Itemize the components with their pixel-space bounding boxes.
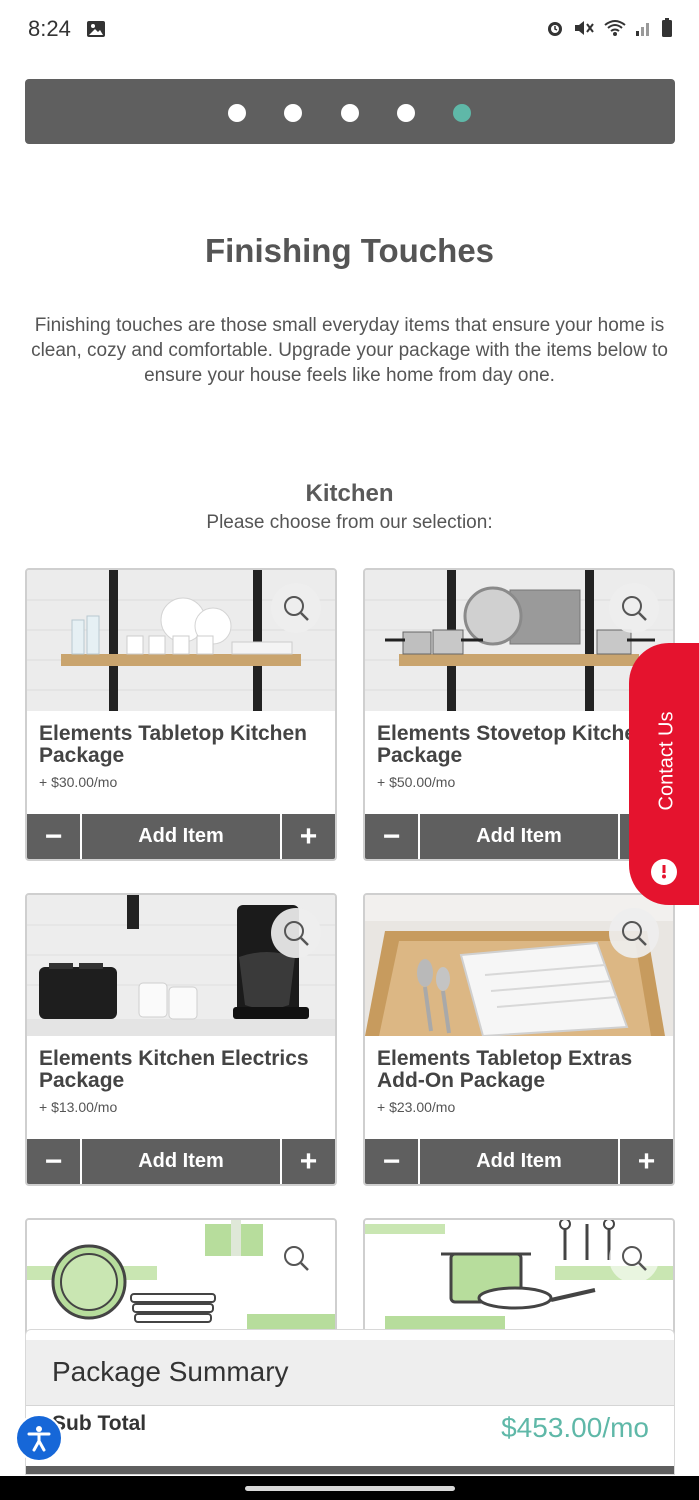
quantity-controls: − Add Item + [27,1139,335,1184]
product-price: + $23.00/mo [377,1099,456,1115]
accessibility-button[interactable] [15,1414,63,1462]
page-title: Finishing Touches [204,232,495,269]
add-item-button[interactable]: Add Item [422,814,616,859]
magnifier-icon [622,1246,647,1271]
add-item-button[interactable]: Add Item [84,814,278,859]
alarm-icon [545,18,565,43]
quantity-controls: − Add Item + [27,814,335,859]
decrease-button[interactable]: − [365,814,420,859]
zoom-button[interactable] [271,1233,321,1283]
add-item-button[interactable]: Add Item [422,1139,616,1184]
product-name: Elements Stovetop Kitchen Package [377,722,649,767]
step-dot-1[interactable] [228,104,246,122]
step-dot-4[interactable] [397,104,415,122]
product-price: + $13.00/mo [39,1099,118,1115]
hidden-card-actions-peek [26,1466,674,1474]
chat-info-icon [651,859,677,885]
step-dot-3[interactable] [341,104,359,122]
magnifier-icon [284,596,309,621]
magnifier-icon [284,921,309,946]
page-intro: Finishing touches are those small everyd… [31,315,668,386]
package-summary-title: Package Summary [52,1356,289,1387]
product-price: + $50.00/mo [377,774,456,790]
status-bar: 8:24 [0,0,699,62]
status-icons [545,18,673,43]
step-dot-5-active[interactable] [453,104,471,122]
zoom-button[interactable] [271,908,321,958]
magnifier-icon [622,596,647,621]
package-summary-panel: Package Summary Sub Total $453.00/mo [25,1329,675,1475]
zoom-button[interactable] [609,1233,659,1283]
product-price: + $30.00/mo [39,774,118,790]
quantity-controls: − Add Item + [365,814,673,859]
magnifier-icon [284,1246,309,1271]
section-subtitle: Please choose from our selection: [206,512,493,533]
status-time: 8:24 [28,16,71,41]
battery-icon [661,18,673,43]
subtotal-value: $453.00/mo [501,1412,649,1443]
image-icon [86,20,106,43]
add-item-button[interactable]: Add Item [84,1139,278,1184]
product-name: Elements Tabletop Kitchen Package [39,722,307,767]
increase-button[interactable]: + [280,1139,335,1184]
contact-us-tab[interactable]: Contact Us [629,643,699,905]
home-gesture-handle[interactable] [245,1486,455,1491]
increase-button[interactable]: + [280,814,335,859]
quantity-controls: − Add Item + [365,1139,673,1184]
subtotal-label: Sub Total [52,1412,147,1435]
product-name: Elements Kitchen Electrics Package [39,1047,309,1092]
decrease-button[interactable]: − [27,1139,82,1184]
product-card-tabletop-kitchen: Elements Tabletop Kitchen Package + $30.… [25,568,337,861]
increase-button[interactable]: + [618,1139,673,1184]
mute-icon [573,18,595,43]
product-name: Elements Tabletop Extras Add-On Package [377,1047,633,1092]
package-summary-header[interactable]: Package Summary [26,1340,674,1406]
contact-us-label: Contact Us [655,711,678,811]
decrease-button[interactable]: − [365,1139,420,1184]
zoom-button[interactable] [271,583,321,633]
zoom-button[interactable] [609,908,659,958]
signal-icon [635,19,653,42]
product-card-tabletop-extras: Elements Tabletop Extras Add-On Package … [363,893,675,1186]
magnifier-icon [622,921,647,946]
decrease-button[interactable]: − [27,814,82,859]
accessibility-icon [27,1426,51,1452]
system-navigation-bar [0,1476,699,1500]
product-card-kitchen-electrics: Elements Kitchen Electrics Package + $13… [25,893,337,1186]
section-title: Kitchen [305,480,394,507]
wifi-icon [603,18,627,43]
step-dot-2[interactable] [284,104,302,122]
zoom-button[interactable] [609,583,659,633]
